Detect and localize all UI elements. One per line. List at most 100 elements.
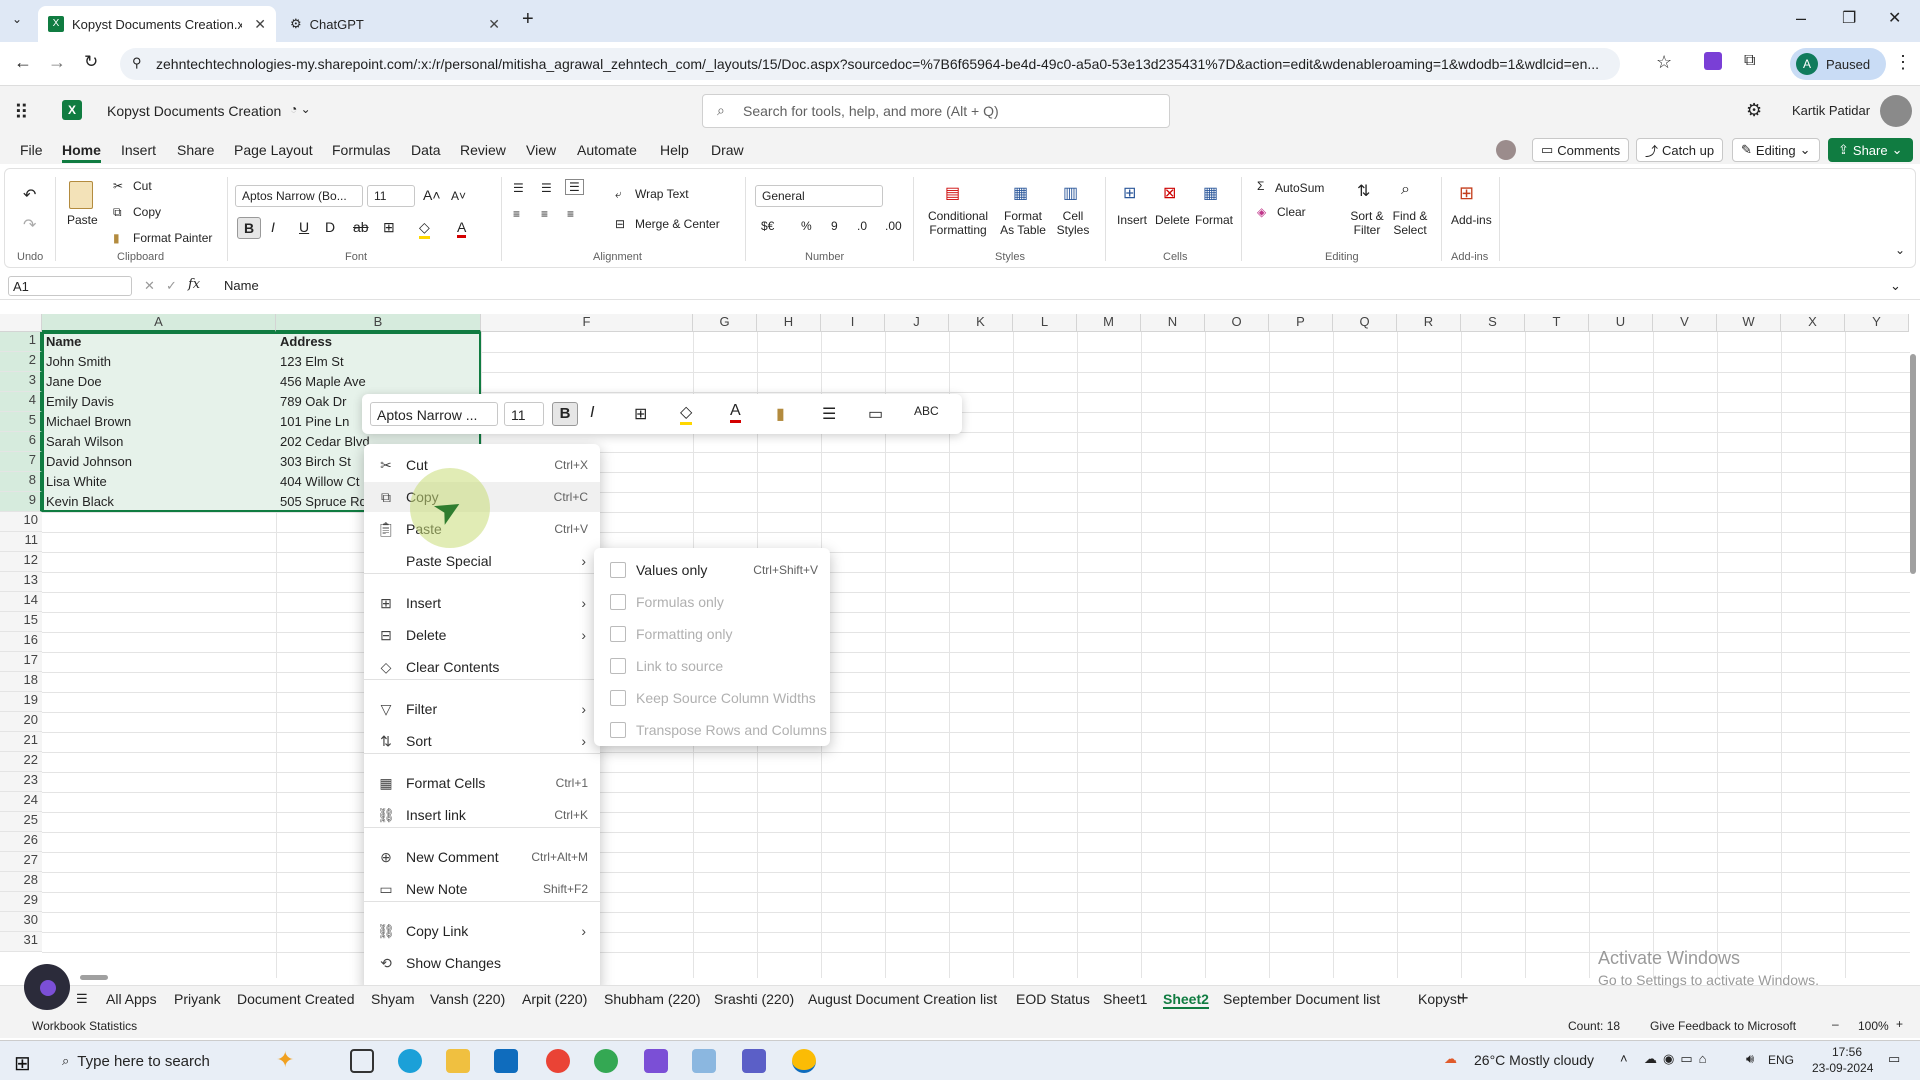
insert-function-icon[interactable]: fx bbox=[188, 277, 200, 292]
italic-icon[interactable]: I bbox=[271, 219, 275, 235]
paste-special-transpose-rows-and-columns[interactable]: Transpose Rows and Columns bbox=[594, 714, 830, 746]
zoom-in-icon[interactable]: + bbox=[1896, 1017, 1903, 1031]
column-header-l[interactable]: L bbox=[1013, 314, 1077, 332]
column-header-x[interactable]: X bbox=[1781, 314, 1845, 332]
mini-borders-icon[interactable]: ⊞ bbox=[634, 404, 647, 424]
addins-icon[interactable]: ⊞ bbox=[1459, 183, 1474, 204]
column-header-a[interactable]: A bbox=[42, 314, 276, 332]
browser-tab-chatgpt[interactable]: ⚙ ChatGPT ✕ bbox=[280, 6, 510, 42]
scrollbar-thumb[interactable] bbox=[1910, 354, 1916, 574]
find-select-icon[interactable]: ⌕ bbox=[1401, 181, 1410, 199]
sheet-tab[interactable]: September Document list bbox=[1223, 991, 1380, 1007]
cell[interactable]: Emily Davis bbox=[44, 392, 274, 412]
feedback-link[interactable]: Give Feedback to Microsoft bbox=[1650, 1019, 1796, 1033]
task-view-icon[interactable] bbox=[350, 1049, 374, 1073]
row-header[interactable]: 15 bbox=[0, 612, 42, 632]
copy-icon[interactable]: ⧉ bbox=[113, 205, 122, 220]
context-item-format-cells[interactable]: ▦ Format Cells Ctrl+1 bbox=[364, 768, 600, 798]
sensitivity-chevron-icon[interactable]: ◔ ⌄ bbox=[290, 102, 311, 116]
delete-cells-icon[interactable]: ⊠ bbox=[1163, 183, 1176, 203]
format-painter-button[interactable]: Format Painter bbox=[133, 231, 212, 245]
align-top-icon[interactable]: ☰ bbox=[513, 181, 524, 195]
cell[interactable]: Name bbox=[44, 332, 274, 352]
select-all-corner[interactable] bbox=[0, 314, 42, 332]
cell[interactable]: David Johnson bbox=[44, 452, 274, 472]
sheet-tab[interactable]: Sheet2 bbox=[1163, 991, 1209, 1009]
close-tab-icon[interactable]: ✕ bbox=[254, 16, 266, 33]
tab-page-layout[interactable]: Page Layout bbox=[234, 142, 313, 158]
row-header[interactable]: 22 bbox=[0, 752, 42, 772]
app-launcher-icon[interactable]: ⠿ bbox=[14, 100, 29, 125]
paste-special-formulas-only[interactable]: Formulas only bbox=[594, 586, 830, 618]
row-header[interactable]: 18 bbox=[0, 672, 42, 692]
app-icon[interactable] bbox=[692, 1049, 716, 1073]
row-header[interactable]: 19 bbox=[0, 692, 42, 712]
context-item-clear-contents[interactable]: ◇ Clear Contents bbox=[364, 652, 600, 682]
context-item-copy-link[interactable]: ⛓ Copy Link › bbox=[364, 916, 600, 946]
copilot-sparkle-icon[interactable]: ✦ bbox=[276, 1047, 294, 1073]
row-header[interactable]: 4 bbox=[0, 392, 42, 412]
font-size-dropdown[interactable]: 11 bbox=[367, 185, 415, 207]
cell[interactable]: Jane Doe bbox=[44, 372, 274, 392]
tab-automate[interactable]: Automate bbox=[577, 142, 637, 158]
number-format-dropdown[interactable]: General bbox=[755, 185, 883, 207]
copy-button[interactable]: Copy bbox=[133, 205, 161, 219]
settings-gear-icon[interactable]: ⚙ bbox=[1746, 100, 1762, 121]
percent-icon[interactable]: % bbox=[801, 219, 812, 233]
sheet-tab[interactable]: Arpit (220) bbox=[522, 991, 587, 1007]
merge-center-icon[interactable]: ⊟ bbox=[615, 217, 625, 231]
tab-help[interactable]: Help bbox=[660, 142, 689, 158]
cell[interactable]: Address bbox=[278, 332, 478, 352]
conditional-formatting-button[interactable]: Conditional Formatting bbox=[923, 209, 993, 237]
tab-insert[interactable]: Insert bbox=[121, 142, 156, 158]
tab-list-chevron-icon[interactable]: ⌄ bbox=[12, 12, 22, 26]
column-header-t[interactable]: T bbox=[1525, 314, 1589, 332]
context-item-filter[interactable]: ▽ Filter › bbox=[364, 694, 600, 724]
currency-icon[interactable]: $€ bbox=[761, 219, 774, 233]
search-box[interactable]: ⌕ Search for tools, help, and more (Alt … bbox=[702, 94, 1170, 128]
row-header[interactable]: 9 bbox=[0, 492, 42, 512]
forward-icon[interactable]: → bbox=[48, 52, 66, 73]
user-avatar[interactable] bbox=[1880, 95, 1912, 127]
row-header[interactable]: 10 bbox=[0, 512, 42, 532]
autosum-icon[interactable]: Σ bbox=[1257, 179, 1264, 193]
site-info-icon[interactable]: ⚲ bbox=[132, 55, 142, 71]
column-header-k[interactable]: K bbox=[949, 314, 1013, 332]
cell[interactable]: 123 Elm St bbox=[278, 352, 478, 372]
row-header[interactable]: 5 bbox=[0, 412, 42, 432]
clear-button[interactable]: Clear bbox=[1277, 205, 1306, 219]
mail-icon[interactable] bbox=[494, 1049, 518, 1073]
notifications-icon[interactable]: ▭ bbox=[1888, 1051, 1900, 1067]
column-header-s[interactable]: S bbox=[1461, 314, 1525, 332]
profile-button[interactable]: A Paused bbox=[1790, 48, 1886, 80]
clock-date[interactable]: 23-09-2024 bbox=[1812, 1061, 1873, 1075]
column-header-v[interactable]: V bbox=[1653, 314, 1717, 332]
increase-decimal-icon[interactable]: .0 bbox=[857, 219, 867, 233]
context-item-cut[interactable]: ✂ Cut Ctrl+X bbox=[364, 450, 600, 480]
insert-cells-icon[interactable]: ⊞ bbox=[1123, 183, 1136, 203]
bold-icon[interactable]: B bbox=[237, 217, 261, 239]
row-header[interactable]: 17 bbox=[0, 652, 42, 672]
cell[interactable]: John Smith bbox=[44, 352, 274, 372]
fill-color-icon[interactable]: ◇ bbox=[419, 219, 430, 239]
enter-formula-icon[interactable]: ✓ bbox=[166, 278, 177, 294]
paste-button[interactable]: Paste bbox=[67, 213, 98, 227]
decrease-font-icon[interactable]: A˅ bbox=[451, 189, 466, 203]
format-as-table-button[interactable]: Format As Table bbox=[997, 209, 1049, 237]
collapse-ribbon-icon[interactable]: ⌄ bbox=[1895, 243, 1905, 257]
row-header[interactable]: 31 bbox=[0, 932, 42, 952]
sort-filter-icon[interactable]: ⇅ bbox=[1357, 181, 1370, 201]
mini-size-dropdown[interactable]: 11 bbox=[504, 402, 544, 426]
paste-icon[interactable] bbox=[69, 181, 93, 209]
tab-data[interactable]: Data bbox=[411, 142, 441, 158]
browser-menu-icon[interactable]: ⋮ bbox=[1894, 52, 1912, 73]
sheet-tab[interactable]: Priyank bbox=[174, 991, 221, 1007]
row-header[interactable]: 1 bbox=[0, 332, 42, 352]
share-button[interactable]: ⇪ Share ⌄ bbox=[1828, 138, 1913, 162]
delete-cells-button[interactable]: Delete bbox=[1155, 213, 1190, 227]
chrome-icon[interactable] bbox=[546, 1049, 570, 1073]
workbook-statistics[interactable]: Workbook Statistics bbox=[32, 1019, 137, 1033]
row-header[interactable]: 16 bbox=[0, 632, 42, 652]
column-header-j[interactable]: J bbox=[885, 314, 949, 332]
paste-special-keep-source-column-widths[interactable]: Keep Source Column Widths bbox=[594, 682, 830, 714]
